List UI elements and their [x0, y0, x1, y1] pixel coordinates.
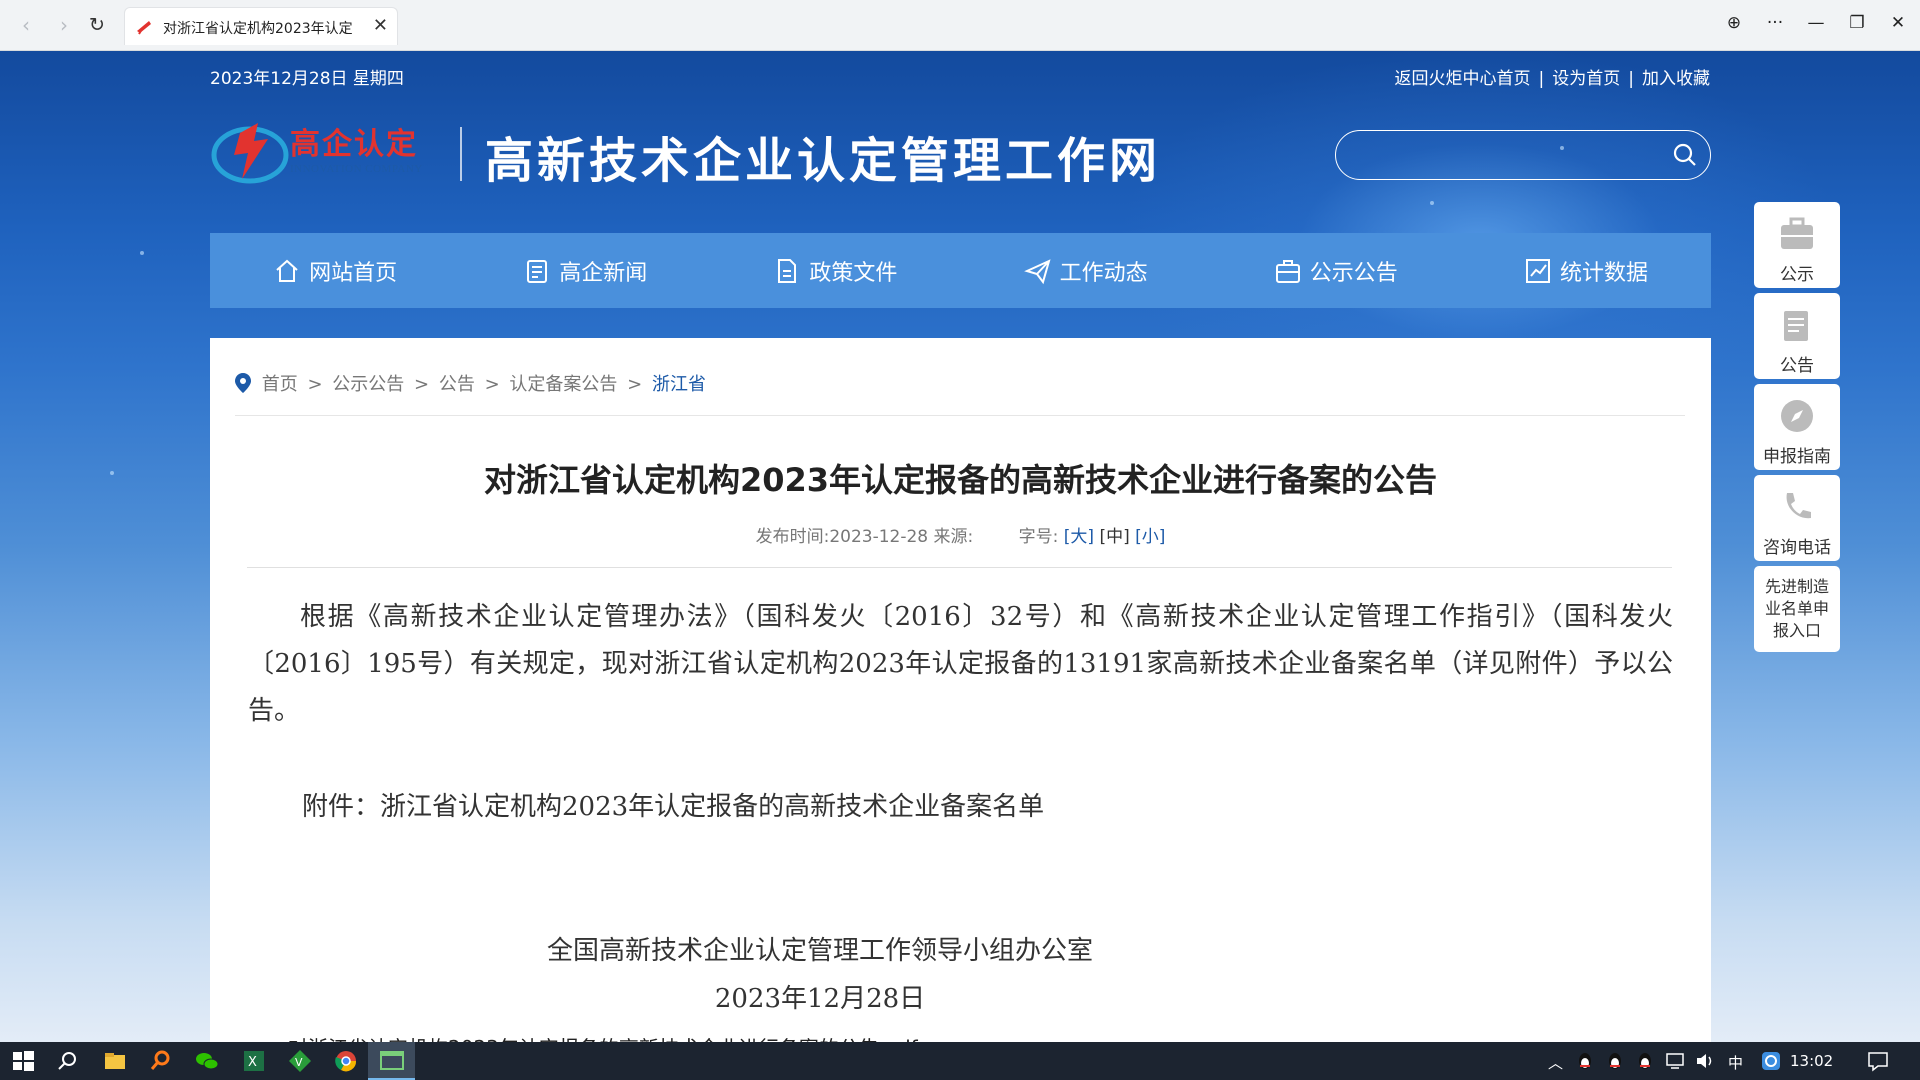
signature-date: 2023年12月28日 [714, 984, 926, 1014]
site-logo[interactable]: 高企认定 INNOVATION COMPANY [210, 113, 440, 193]
network-icon[interactable] [1664, 1050, 1686, 1072]
window-close-button[interactable]: ✕ [1886, 13, 1910, 33]
reload-button[interactable]: ↻ [86, 14, 108, 36]
divider [247, 567, 1672, 568]
back-to-torch-link[interactable]: 返回火炬中心首页 [1395, 69, 1531, 89]
float-guide[interactable]: 申报指南 [1754, 384, 1840, 470]
browser-tab[interactable]: 对浙江省认定机构2023年认定 ✕ [124, 7, 398, 45]
publish-date: 2023-12-28 [829, 527, 929, 547]
divider [235, 415, 1685, 416]
chart-icon [1525, 258, 1550, 283]
breadcrumb-home[interactable]: 首页 [262, 374, 298, 395]
document-icon [778, 258, 797, 283]
float-publicity[interactable]: 公示 [1754, 202, 1840, 288]
nav-statistics[interactable]: 统计数据 [1461, 233, 1711, 308]
float-notice[interactable]: 公告 [1754, 293, 1840, 379]
main-nav: 网站首页 高企新闻 政策文件 工作动态 公示公告 统计数据 [210, 233, 1711, 308]
clock[interactable]: 13:02 [1790, 1052, 1833, 1070]
nav-work-updates[interactable]: 工作动态 [961, 233, 1211, 308]
nav-announcements[interactable]: 公示公告 [1211, 233, 1461, 308]
font-medium-button[interactable]: [中] [1099, 527, 1129, 547]
paper-plane-icon [1023, 258, 1051, 284]
notepad-icon [1784, 311, 1808, 341]
vim-icon[interactable]: V [286, 1047, 314, 1075]
font-small-button[interactable]: [小] [1135, 527, 1165, 547]
windows-start-icon[interactable] [9, 1047, 37, 1075]
file-explorer-icon[interactable] [101, 1047, 129, 1075]
excel-icon[interactable]: X [240, 1047, 268, 1075]
font-large-button[interactable]: [大] [1064, 527, 1094, 547]
nav-home[interactable]: 网站首页 [210, 233, 460, 308]
current-date: 2023年12月28日 星期四 [210, 69, 404, 89]
nav-policy[interactable]: 政策文件 [710, 233, 960, 308]
article-body: 根据《高新技术企业认定管理办法》（国科发火〔2016〕32号）和《高新技术企业认… [248, 602, 1673, 726]
top-links: 返回火炬中心首页 | 设为首页 | 加入收藏 [1394, 69, 1710, 89]
news-icon [527, 259, 548, 283]
article-title: 对浙江省认定机构2023年认定报备的高新技术企业进行备案的公告 [483, 461, 1438, 499]
logo-divider [460, 127, 462, 181]
float-phone[interactable]: 咨询电话 [1754, 475, 1840, 561]
font-size-label: 字号: [1018, 527, 1059, 547]
attachment-note: 附件：浙江省认定机构2023年认定报备的高新技术企业备案名单 [302, 792, 1045, 822]
translate-icon[interactable]: ⊕ [1722, 13, 1746, 33]
breadcrumb-announcements[interactable]: 公示公告 [332, 374, 404, 395]
minimize-button[interactable]: — [1804, 13, 1828, 33]
browser-toolbar: ‹ › ↻ 对浙江省认定机构2023年认定 ✕ ⊕ ··· — ❐ ✕ [0, 0, 1920, 51]
signature-org: 全国高新技术企业认定管理工作领导小组办公室 [546, 936, 1093, 966]
logo-emblem-icon [211, 123, 289, 184]
search-box [1335, 130, 1711, 180]
pdf-attachment-link[interactable]: 对浙江省认定机构2023年认定报备的高新技术企业进行备案的公告.pdf [288, 1032, 918, 1042]
more-menu-button[interactable]: ··· [1763, 13, 1787, 33]
svg-text:V: V [295, 1056, 303, 1069]
page-background: 2023年12月28日 星期四 返回火炬中心首页 | 设为首页 | 加入收藏 高企认定 … [0, 51, 1920, 1042]
app-tray-icon[interactable] [1760, 1050, 1782, 1072]
breadcrumb-notice[interactable]: 公告 [439, 374, 475, 395]
browser-window-icon [380, 1051, 404, 1070]
back-button[interactable]: ‹ [15, 14, 37, 36]
location-pin-icon [235, 373, 251, 393]
set-homepage-link[interactable]: 设为首页 [1552, 69, 1620, 89]
search-tool-icon[interactable] [147, 1047, 175, 1075]
search-input[interactable] [1356, 141, 1656, 169]
tray-expand-icon[interactable]: ︿ [1548, 1052, 1563, 1073]
add-favorite-link[interactable]: 加入收藏 [1642, 69, 1710, 89]
compass-icon [1781, 400, 1813, 432]
home-icon [276, 259, 298, 282]
taskbar: X V ︿ 中 13:02 [0, 1042, 1920, 1080]
qq-icon[interactable] [1574, 1050, 1596, 1072]
tab-title: 对浙江省认定机构2023年认定 [163, 21, 353, 37]
qq-icon[interactable] [1634, 1050, 1656, 1072]
active-browser-task[interactable] [368, 1042, 415, 1080]
logo-text-cn: 高企认定 [290, 127, 418, 162]
torch-favicon-icon [137, 21, 151, 35]
breadcrumb: 首页 > 公示公告 > 公告 > 认定备案公告 > 浙江省 [234, 370, 710, 396]
notification-icon[interactable] [1866, 1050, 1890, 1072]
volume-icon[interactable] [1694, 1050, 1716, 1072]
source-label: 来源: [933, 527, 974, 547]
search-icon[interactable] [1672, 142, 1698, 168]
briefcase-icon [1275, 259, 1300, 283]
restore-button[interactable]: ❐ [1845, 13, 1869, 33]
qq-icon[interactable] [1604, 1050, 1626, 1072]
logo-text-en: INNOVATION COMPANY [290, 163, 423, 175]
breadcrumb-filing[interactable]: 认定备案公告 [509, 374, 617, 395]
search-icon[interactable] [54, 1047, 82, 1075]
chrome-icon[interactable] [332, 1047, 360, 1075]
tab-close-button[interactable]: ✕ [373, 15, 388, 36]
site-title: 高新技术企业认定管理工作网 [485, 133, 1162, 189]
wechat-icon[interactable] [193, 1047, 221, 1075]
svg-text:X: X [248, 1055, 257, 1070]
forward-button[interactable]: › [53, 14, 75, 36]
article-panel: 首页 > 公示公告 > 公告 > 认定备案公告 > 浙江省 对浙江省认定机构20… [210, 338, 1711, 1042]
phone-icon [1786, 493, 1811, 519]
nav-news[interactable]: 高企新闻 [460, 233, 710, 308]
briefcase-icon [1781, 217, 1813, 249]
breadcrumb-current[interactable]: 浙江省 [652, 374, 706, 395]
ime-indicator[interactable]: 中 [1728, 1052, 1743, 1073]
article-meta: 发布时间:2023-12-28 来源: 字号: [大] [中] [小] [755, 527, 1166, 547]
float-advanced-manufacturing[interactable]: 先进制造 业名单申 报入口 [1754, 566, 1840, 652]
